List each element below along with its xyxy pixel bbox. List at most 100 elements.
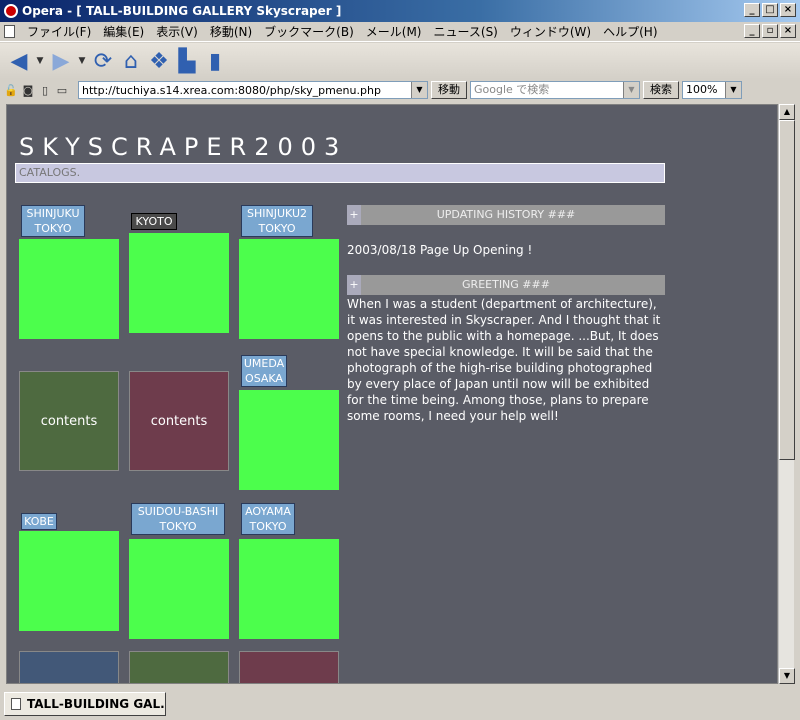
contents-label: contents (40, 413, 98, 429)
greeting-text: When I was a student (department of arch… (347, 297, 661, 423)
print-preview-icon[interactable]: ▭ (55, 83, 69, 97)
menu-help[interactable]: ヘルプ(H) (597, 23, 663, 40)
forward-history-dropdown-icon[interactable]: ▼ (76, 48, 88, 74)
menu-mail[interactable]: メール(M) (360, 23, 428, 40)
address-bar: 🔓 ◙ ▯ ▭ http://tuchiya.s14.xrea.com:8080… (0, 79, 800, 101)
contents-tile-2[interactable]: contents (129, 371, 229, 471)
minimize-button[interactable]: _ (744, 3, 760, 17)
page-tab-bar: TALL-BUILDING GAL... (0, 688, 800, 720)
tile-label-line2: TOKYO (159, 520, 197, 533)
tile-aoyama[interactable] (239, 539, 339, 639)
tile-label-shinjuku[interactable]: SHINJUKU TOKYO (21, 205, 85, 237)
tile-label-kyoto[interactable]: KYOTO (131, 213, 177, 230)
tile-label-kobe[interactable]: KOBE (21, 513, 57, 530)
back-history-dropdown-icon[interactable]: ▼ (34, 48, 46, 74)
maximize-button[interactable]: □ (762, 3, 778, 17)
tile-kyoto[interactable] (129, 233, 229, 333)
search-input[interactable]: Google で検索 ▼ (470, 81, 640, 99)
tile-label-line2: TOKYO (258, 222, 296, 235)
tile-label-line1: SUIDOU-BASHI (137, 505, 219, 518)
update-entry: 2003/08/18 Page Up Opening ! (347, 243, 533, 257)
menu-view[interactable]: 表示(V) (150, 23, 204, 40)
hotlist-icon[interactable]: ❖ (146, 48, 172, 74)
page-tab-title: TALL-BUILDING GAL... (27, 697, 166, 711)
page-icon[interactable]: ▮ (202, 48, 228, 74)
tile-kobe[interactable] (19, 531, 119, 631)
menu-news[interactable]: ニュース(S) (427, 23, 503, 40)
updating-history-header: + UPDATING HISTORY ### (347, 205, 665, 225)
updating-history-title: UPDATING HISTORY ### (436, 208, 576, 221)
menu-navigate[interactable]: 移動(N) (204, 23, 258, 40)
scroll-up-icon[interactable]: ▲ (779, 104, 795, 120)
home-icon[interactable]: ⌂ (118, 48, 144, 74)
zoom-dropdown-icon[interactable]: ▼ (725, 82, 741, 98)
site-logo: SKYSCRAPER2003 (19, 133, 348, 161)
tile-shinjuku[interactable] (19, 239, 119, 339)
back-icon[interactable]: ◀ (6, 48, 32, 74)
title-bar: Opera - [ TALL-BUILDING GALLERY Skyscrap… (0, 0, 800, 22)
go-button[interactable]: 移動 (431, 81, 467, 99)
tile-label-aoyama[interactable]: AOYAMA TOKYO (241, 503, 295, 535)
menu-file[interactable]: ファイル(F) (21, 23, 97, 40)
greeting-header: + GREETING ### (347, 275, 665, 295)
reload-icon[interactable]: ⟳ (90, 48, 116, 74)
tile-label-line2: TOKYO (34, 222, 72, 235)
doc-restore-button[interactable]: ▫ (762, 24, 778, 38)
tile-label-line1: KOBE (24, 515, 54, 528)
search-button[interactable]: 検索 (643, 81, 679, 99)
tile-label-line2: OSAKA (245, 372, 283, 385)
contents-tile-5[interactable] (239, 651, 339, 683)
doc-minimize-button[interactable]: _ (744, 24, 760, 38)
catalogs-bar: CATALOGS. (15, 163, 665, 183)
print-icon[interactable]: ▙ (174, 48, 200, 74)
contents-label: contents (150, 413, 208, 429)
navigation-toolbar: ◀ ▼ ▶ ▼ ⟳ ⌂ ❖ ▙ ▮ (0, 43, 800, 79)
tile-label-line2: TOKYO (249, 520, 287, 533)
search-placeholder: Google で検索 (474, 83, 550, 96)
contents-tile-3[interactable] (19, 651, 119, 683)
forward-icon[interactable]: ▶ (48, 48, 74, 74)
scroll-thumb[interactable] (779, 120, 795, 460)
opera-logo-icon (4, 4, 18, 18)
doc-close-button[interactable]: × (780, 24, 796, 38)
tile-shinjuku2[interactable] (239, 239, 339, 339)
tile-label-line1: SHINJUKU2 (247, 207, 307, 220)
tile-label-shinjuku2[interactable]: SHINJUKU2 TOKYO (241, 205, 313, 237)
tile-label-line1: KYOTO (135, 215, 173, 228)
page-tab-icon (11, 698, 21, 710)
menu-bar: ファイル(F) 編集(E) 表示(V) 移動(N) ブックマーク(B) メール(… (0, 22, 800, 42)
close-button[interactable]: × (780, 3, 796, 17)
tile-suidou-bashi[interactable] (129, 539, 229, 639)
search-dropdown-icon[interactable]: ▼ (623, 82, 639, 98)
tile-umeda[interactable] (239, 390, 339, 490)
scroll-down-icon[interactable]: ▼ (779, 668, 795, 684)
vertical-scrollbar[interactable]: ▲ ▼ (778, 104, 795, 684)
contents-tile-4[interactable] (129, 651, 229, 683)
tile-label-umeda[interactable]: UMEDA OSAKA (241, 355, 287, 387)
lock-icon[interactable]: 🔓 (4, 83, 18, 97)
url-input[interactable]: http://tuchiya.s14.xrea.com:8080/php/sky… (78, 81, 428, 99)
menu-bookmarks[interactable]: ブックマーク(B) (258, 23, 360, 40)
window-controls: _ □ × (744, 3, 796, 17)
camera-icon[interactable]: ◙ (21, 83, 35, 97)
expand-icon[interactable]: + (347, 275, 361, 295)
tile-label-suidou-bashi[interactable]: SUIDOU-BASHI TOKYO (131, 503, 225, 535)
menu-edit[interactable]: 編集(E) (97, 23, 150, 40)
menu-window[interactable]: ウィンドウ(W) (504, 23, 597, 40)
greeting-title: GREETING ### (462, 278, 550, 291)
zoom-value: 100% (686, 83, 718, 96)
url-text: http://tuchiya.s14.xrea.com:8080/php/sky… (82, 83, 381, 97)
tile-label-line1: SHINJUKU (26, 207, 80, 220)
contents-tile-1[interactable]: contents (19, 371, 119, 471)
page-tab[interactable]: TALL-BUILDING GAL... (4, 692, 166, 716)
page-info-icon[interactable]: ▯ (38, 83, 52, 97)
page-viewport: SKYSCRAPER2003 CATALOGS. SHINJUKU TOKYO … (6, 104, 778, 684)
url-dropdown-icon[interactable]: ▼ (411, 82, 427, 98)
document-icon (4, 25, 15, 38)
expand-icon[interactable]: + (347, 205, 361, 225)
document-window-controls: _ ▫ × (744, 24, 796, 38)
tile-label-line1: AOYAMA (245, 505, 291, 518)
zoom-select[interactable]: 100% ▼ (682, 81, 742, 99)
window-title: Opera - [ TALL-BUILDING GALLERY Skyscrap… (22, 4, 342, 18)
tile-label-line1: UMEDA (243, 357, 285, 370)
